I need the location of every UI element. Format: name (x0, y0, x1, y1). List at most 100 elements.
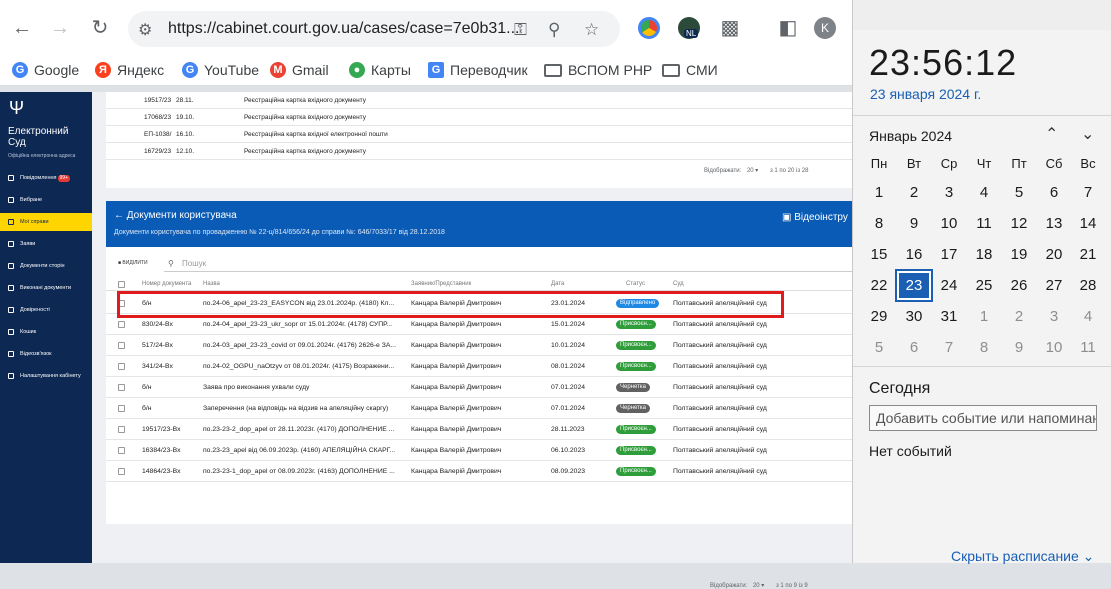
video-instructions-link[interactable]: ▣ Відеоінстру (782, 212, 848, 223)
sidebar-item-applications[interactable]: Заяви (0, 235, 92, 253)
calendar-day[interactable]: 28 (1071, 271, 1105, 300)
sidebar-item-powers-of-attorney[interactable]: Довіреності (0, 301, 92, 319)
side-panel-icon[interactable]: ◧ (774, 14, 802, 42)
calendar-day[interactable]: 19 (1002, 240, 1036, 269)
zoom-icon[interactable]: ⚲ (548, 20, 560, 40)
back-arrow-icon[interactable]: ← (114, 210, 124, 221)
bookmark-folder-vspom[interactable]: ВСПОМ РНР (544, 62, 652, 78)
select-all-checkbox[interactable] (118, 281, 125, 288)
table-row[interactable]: 16384/23-Вх по.23-23_apel від 06.09.2023р… (106, 440, 852, 461)
table-row[interactable]: 517/24-Вх по.24-03_apel_23-23_covid от 09… (106, 335, 852, 356)
sidebar-item-cabinet-settings[interactable]: Налаштування кабінету (0, 367, 92, 385)
calendar-day[interactable]: 20 (1037, 240, 1071, 269)
select-all-button[interactable]: ■ ВИДІЛИТИ (118, 260, 148, 266)
table-row[interactable]: ЕП-1038/16.10. Реєстраційна картка вхідно… (106, 126, 852, 143)
calendar-day[interactable]: 31 (932, 302, 966, 331)
calendar-day[interactable]: 7 (1071, 178, 1105, 207)
sidebar-item-notifications[interactable]: Повідомлення 99+ (0, 169, 92, 187)
bookmark-youtube[interactable]: G YouTube (182, 62, 259, 78)
clock-date[interactable]: 23 января 2024 г. (870, 86, 981, 102)
calendar-day[interactable]: 2 (897, 178, 931, 207)
bookmark-maps[interactable]: ● Карты (349, 62, 411, 78)
calendar-day-today[interactable]: 23 (895, 269, 933, 302)
calendar-month-label[interactable]: Январь 2024 (869, 128, 952, 144)
sidebar-item-party-documents[interactable]: Документи сторін (0, 257, 92, 275)
calendar-day[interactable]: 25 (967, 271, 1001, 300)
sidebar-item-executed-documents[interactable]: Виконані документи (0, 279, 92, 297)
calendar-day[interactable]: 24 (932, 271, 966, 300)
table-row[interactable]: 17068/23 19.10. Реєстраційна картка вхідно… (106, 109, 852, 126)
doc-name[interactable]: Заява про виконання ухвали суду (203, 377, 408, 398)
bookmark-gmail[interactable]: M Gmail (270, 62, 329, 78)
calendar-day[interactable]: 10 (932, 209, 966, 238)
reload-icon[interactable]: ↻ (86, 14, 114, 42)
address-bar[interactable]: ⚙ https://cabinet.court.gov.ua/cases/cas… (128, 11, 620, 47)
row-checkbox[interactable] (118, 447, 125, 454)
table-row[interactable]: 16729/23 12.10. Реєстраційна картка вхідно… (106, 143, 852, 160)
calendar-day[interactable]: 1 (862, 178, 896, 207)
profile-avatar[interactable]: K (814, 17, 836, 39)
calendar-day[interactable]: 12 (1002, 209, 1036, 238)
calendar-day[interactable]: 14 (1071, 209, 1105, 238)
calendar-day[interactable]: 18 (967, 240, 1001, 269)
extensions-puzzle-icon[interactable]: ▩ (716, 14, 744, 42)
sidebar-item-my-cases[interactable]: Мої справи (0, 213, 92, 231)
page-size-select[interactable]: 20 (753, 583, 760, 589)
doc-name[interactable]: по.24-03_apel_23-23_covid от 09.01.2024г… (203, 335, 408, 356)
row-checkbox[interactable] (118, 321, 125, 328)
search-input[interactable]: ⚲ Пошук (164, 256, 852, 272)
doc-name[interactable]: Заперечення (на відповідь на відзив на а… (203, 398, 408, 419)
calendar-day[interactable]: 4 (967, 178, 1001, 207)
table-row[interactable]: 14864/23-Вх по.23-23-1_dop_apel от 08.09.… (106, 461, 852, 482)
calendar-day[interactable]: 3 (1037, 302, 1071, 331)
row-checkbox[interactable] (118, 363, 125, 370)
row-checkbox[interactable] (118, 468, 125, 475)
calendar-day[interactable]: 13 (1037, 209, 1071, 238)
table-row[interactable]: 19517/23 28.11. Реєстраційна картка вхідно… (106, 92, 852, 109)
calendar-day[interactable]: 16 (897, 240, 931, 269)
row-checkbox[interactable] (118, 342, 125, 349)
calendar-day[interactable]: 21 (1071, 240, 1105, 269)
calendar-day[interactable]: 26 (1002, 271, 1036, 300)
calendar-day[interactable]: 5 (1002, 178, 1036, 207)
hide-schedule-link[interactable]: Скрыть расписание ⌄ (951, 548, 1094, 565)
calendar-day[interactable]: 15 (862, 240, 896, 269)
doc-name[interactable]: по.24-02_OGPU_naOtzyv от 08.01.2024г. (4… (203, 356, 408, 377)
forward-arrow-icon[interactable]: → (46, 14, 74, 42)
calendar-day[interactable]: 9 (1002, 333, 1036, 362)
row-checkbox[interactable] (118, 405, 125, 412)
doc-name[interactable]: по.23-23-2_dop_apel от 28.11.2023г. (417… (203, 419, 408, 440)
calendar-day[interactable]: 30 (897, 302, 931, 331)
calendar-day[interactable]: 6 (1037, 178, 1071, 207)
chevron-up-icon[interactable]: ⌃ (1045, 124, 1058, 144)
doc-name[interactable]: по.23-23-1_dop_apel от 08.09.2023г. (416… (203, 461, 408, 482)
table-row[interactable]: б/н Заява про виконання ухвали суду Канцар… (106, 377, 852, 398)
color-picker-extension-icon[interactable] (638, 17, 660, 39)
calendar-day[interactable]: 2 (1002, 302, 1036, 331)
calendar-day[interactable]: 7 (932, 333, 966, 362)
bookmark-google[interactable]: G Google (12, 62, 79, 78)
row-checkbox[interactable] (118, 384, 125, 391)
table-row[interactable]: 341/24-Вх по.24-02_OGPU_naOtzyv от 08.01.… (106, 356, 852, 377)
bookmark-yandex[interactable]: Я Яндекс (95, 62, 164, 78)
site-settings-icon[interactable]: ⚙ (138, 20, 152, 40)
sidebar-item-favorites[interactable]: Вибране (0, 191, 92, 209)
doc-name[interactable]: по.23-23_apel від 06.09.2023р. (4160) АП… (203, 440, 408, 461)
sidebar-item-trash[interactable]: Кошик (0, 323, 92, 341)
calendar-day[interactable]: 4 (1071, 302, 1105, 331)
calendar-day[interactable]: 3 (932, 178, 966, 207)
calendar-day[interactable]: 11 (967, 209, 1001, 238)
add-event-input[interactable]: Добавить событие или напоминание (869, 405, 1097, 431)
calendar-day[interactable]: 17 (932, 240, 966, 269)
calendar-day[interactable]: 9 (897, 209, 931, 238)
chevron-down-icon[interactable]: ⌄ (1081, 124, 1094, 144)
calendar-day[interactable]: 22 (862, 271, 896, 300)
row-checkbox[interactable] (118, 426, 125, 433)
table-row[interactable]: б/н Заперечення (на відповідь на відзив н… (106, 398, 852, 419)
table-row[interactable]: 19517/23-Вх по.23-23-2_dop_apel от 28.11.… (106, 419, 852, 440)
calendar-day[interactable]: 6 (897, 333, 931, 362)
back-arrow-icon[interactable]: ← (8, 14, 36, 42)
calendar-day[interactable]: 5 (862, 333, 896, 362)
calendar-day[interactable]: 8 (967, 333, 1001, 362)
bookmark-translate[interactable]: G Переводчик (428, 62, 528, 78)
